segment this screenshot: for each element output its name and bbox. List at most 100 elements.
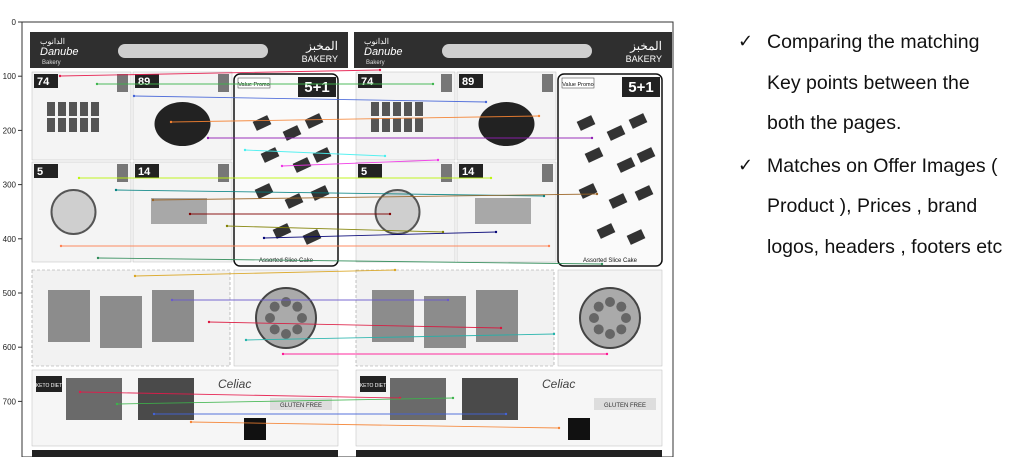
y-tick-label: 600 bbox=[3, 343, 17, 352]
keypoint-left bbox=[281, 352, 285, 356]
bullet-item-2: ✓ Matches on Offer Images ( Product ), P… bbox=[738, 146, 1023, 268]
product-bottle bbox=[371, 118, 379, 132]
keypoint-left bbox=[243, 148, 247, 152]
keypoint-left bbox=[78, 390, 82, 394]
bullet-line: Comparing the matching bbox=[767, 31, 980, 53]
save-badge bbox=[542, 74, 553, 92]
save-badge bbox=[441, 164, 452, 182]
keypoint-right bbox=[552, 332, 556, 336]
bullet-line: logos, headers , footers etc bbox=[767, 235, 1003, 258]
flyer-page-right: الدانوبDanube Bakery المخبزBAKERY 74 89 5 14 Va… bbox=[354, 32, 672, 457]
keypoint-right bbox=[600, 262, 604, 266]
product-bottle bbox=[58, 102, 66, 116]
keypoint-right bbox=[431, 82, 435, 86]
keypoint-left bbox=[225, 224, 229, 228]
keypoint-left bbox=[77, 176, 81, 180]
promo-caption: Assorted Slice Cake bbox=[583, 258, 638, 264]
y-tick-label: 400 bbox=[3, 235, 17, 244]
product-bottle bbox=[69, 102, 77, 116]
sweet-piece bbox=[269, 324, 280, 335]
product-bottle bbox=[80, 118, 88, 132]
promo-badge-text: 5+1 bbox=[628, 79, 653, 96]
save-badge bbox=[218, 164, 229, 182]
brand-arabic: الدانوب bbox=[40, 37, 65, 46]
sweet-piece bbox=[605, 297, 615, 307]
price-tag-value: 5 bbox=[37, 166, 43, 178]
product-round-cake bbox=[50, 189, 97, 235]
sweet-piece bbox=[269, 301, 280, 312]
bullet-line: Product ), Prices , brand bbox=[767, 195, 978, 217]
keypoint-left bbox=[132, 94, 136, 98]
brand-subtitle: Bakery bbox=[366, 60, 385, 66]
keypoint-right bbox=[378, 68, 382, 72]
save-badge bbox=[542, 164, 553, 182]
keypoint-right bbox=[484, 100, 488, 104]
keypoint-left bbox=[58, 74, 62, 78]
product-bottle bbox=[382, 102, 390, 116]
flyer-page-left: الدانوبDanube Bakery المخبزBAKERY 74 89 5 14 Va… bbox=[30, 32, 348, 457]
keypoint-right bbox=[504, 412, 508, 416]
keypoint-left bbox=[114, 188, 118, 192]
promo-box bbox=[557, 73, 663, 267]
product-bottle bbox=[47, 118, 55, 132]
keypoint-left bbox=[115, 402, 119, 406]
keypoint-left bbox=[59, 244, 63, 248]
product-cake-round bbox=[478, 102, 535, 146]
bullet-line: both the pages. bbox=[767, 112, 902, 134]
keypoint-left bbox=[170, 298, 174, 302]
product-bottle bbox=[91, 102, 99, 116]
checkmark-icon: ✓ bbox=[738, 31, 754, 52]
checkmark-icon: ✓ bbox=[738, 154, 754, 176]
sweet-piece bbox=[297, 313, 307, 323]
promo-caption: Assorted Slice Cake bbox=[259, 258, 314, 264]
y-tick-label: 100 bbox=[3, 72, 17, 81]
product-bottle bbox=[393, 118, 401, 132]
product-bag bbox=[372, 290, 414, 342]
bullet-item-1: ✓ Comparing the matching Key points betw… bbox=[738, 22, 1023, 144]
keypoint-right bbox=[441, 230, 445, 234]
product-bag bbox=[48, 290, 90, 342]
y-tick-label: 200 bbox=[3, 126, 17, 135]
keypoint-right bbox=[537, 114, 541, 118]
keto-label: KETO DIET bbox=[360, 383, 386, 389]
keypoint-right bbox=[451, 396, 455, 400]
keypoint-right bbox=[557, 426, 561, 430]
price-tag-value: 74 bbox=[37, 76, 50, 88]
keypoint-left bbox=[206, 136, 210, 140]
save-badge bbox=[117, 74, 128, 92]
keto-label: KETO DIET bbox=[36, 383, 62, 389]
keypoint-right bbox=[547, 244, 551, 248]
y-tick-label: 0 bbox=[12, 18, 17, 27]
save-badge bbox=[117, 164, 128, 182]
product-bottle bbox=[382, 118, 390, 132]
section-title: BAKERY bbox=[302, 54, 338, 64]
sweet-piece bbox=[281, 297, 291, 307]
product-bottle bbox=[415, 102, 423, 116]
product-bottle bbox=[80, 102, 88, 116]
price-tag-value: 5 bbox=[361, 166, 367, 178]
promo-badge-text: 5+1 bbox=[304, 79, 329, 96]
product-bottle bbox=[371, 102, 379, 116]
keypoint-left bbox=[169, 120, 173, 124]
section-title: BAKERY bbox=[626, 54, 662, 64]
y-tick-label: 300 bbox=[3, 181, 17, 190]
product-bag bbox=[476, 290, 518, 342]
product-pack bbox=[66, 378, 122, 420]
keypoint-left bbox=[133, 274, 137, 278]
offer-dates-pill bbox=[442, 44, 592, 58]
brand-logo-text: Danube bbox=[364, 46, 403, 58]
y-tick-label: 700 bbox=[3, 397, 17, 406]
qr-code bbox=[568, 418, 590, 440]
save-badge bbox=[441, 74, 452, 92]
keypoint-match-figure: 0100200300400500600700 الدانوبDanubeBake… bbox=[3, 18, 674, 457]
keypoint-right bbox=[595, 192, 599, 196]
keypoint-right bbox=[383, 154, 387, 158]
keypoint-right bbox=[388, 212, 392, 216]
sweet-piece bbox=[616, 301, 627, 312]
gluten-free-label: GLUTEN FREE bbox=[604, 403, 646, 409]
qr-code bbox=[244, 418, 266, 440]
bullet-line: Matches on Offer Images ( bbox=[767, 154, 998, 177]
keypoint-left bbox=[151, 198, 155, 202]
sweet-piece bbox=[593, 301, 604, 312]
product-loaf-cake bbox=[475, 198, 531, 224]
